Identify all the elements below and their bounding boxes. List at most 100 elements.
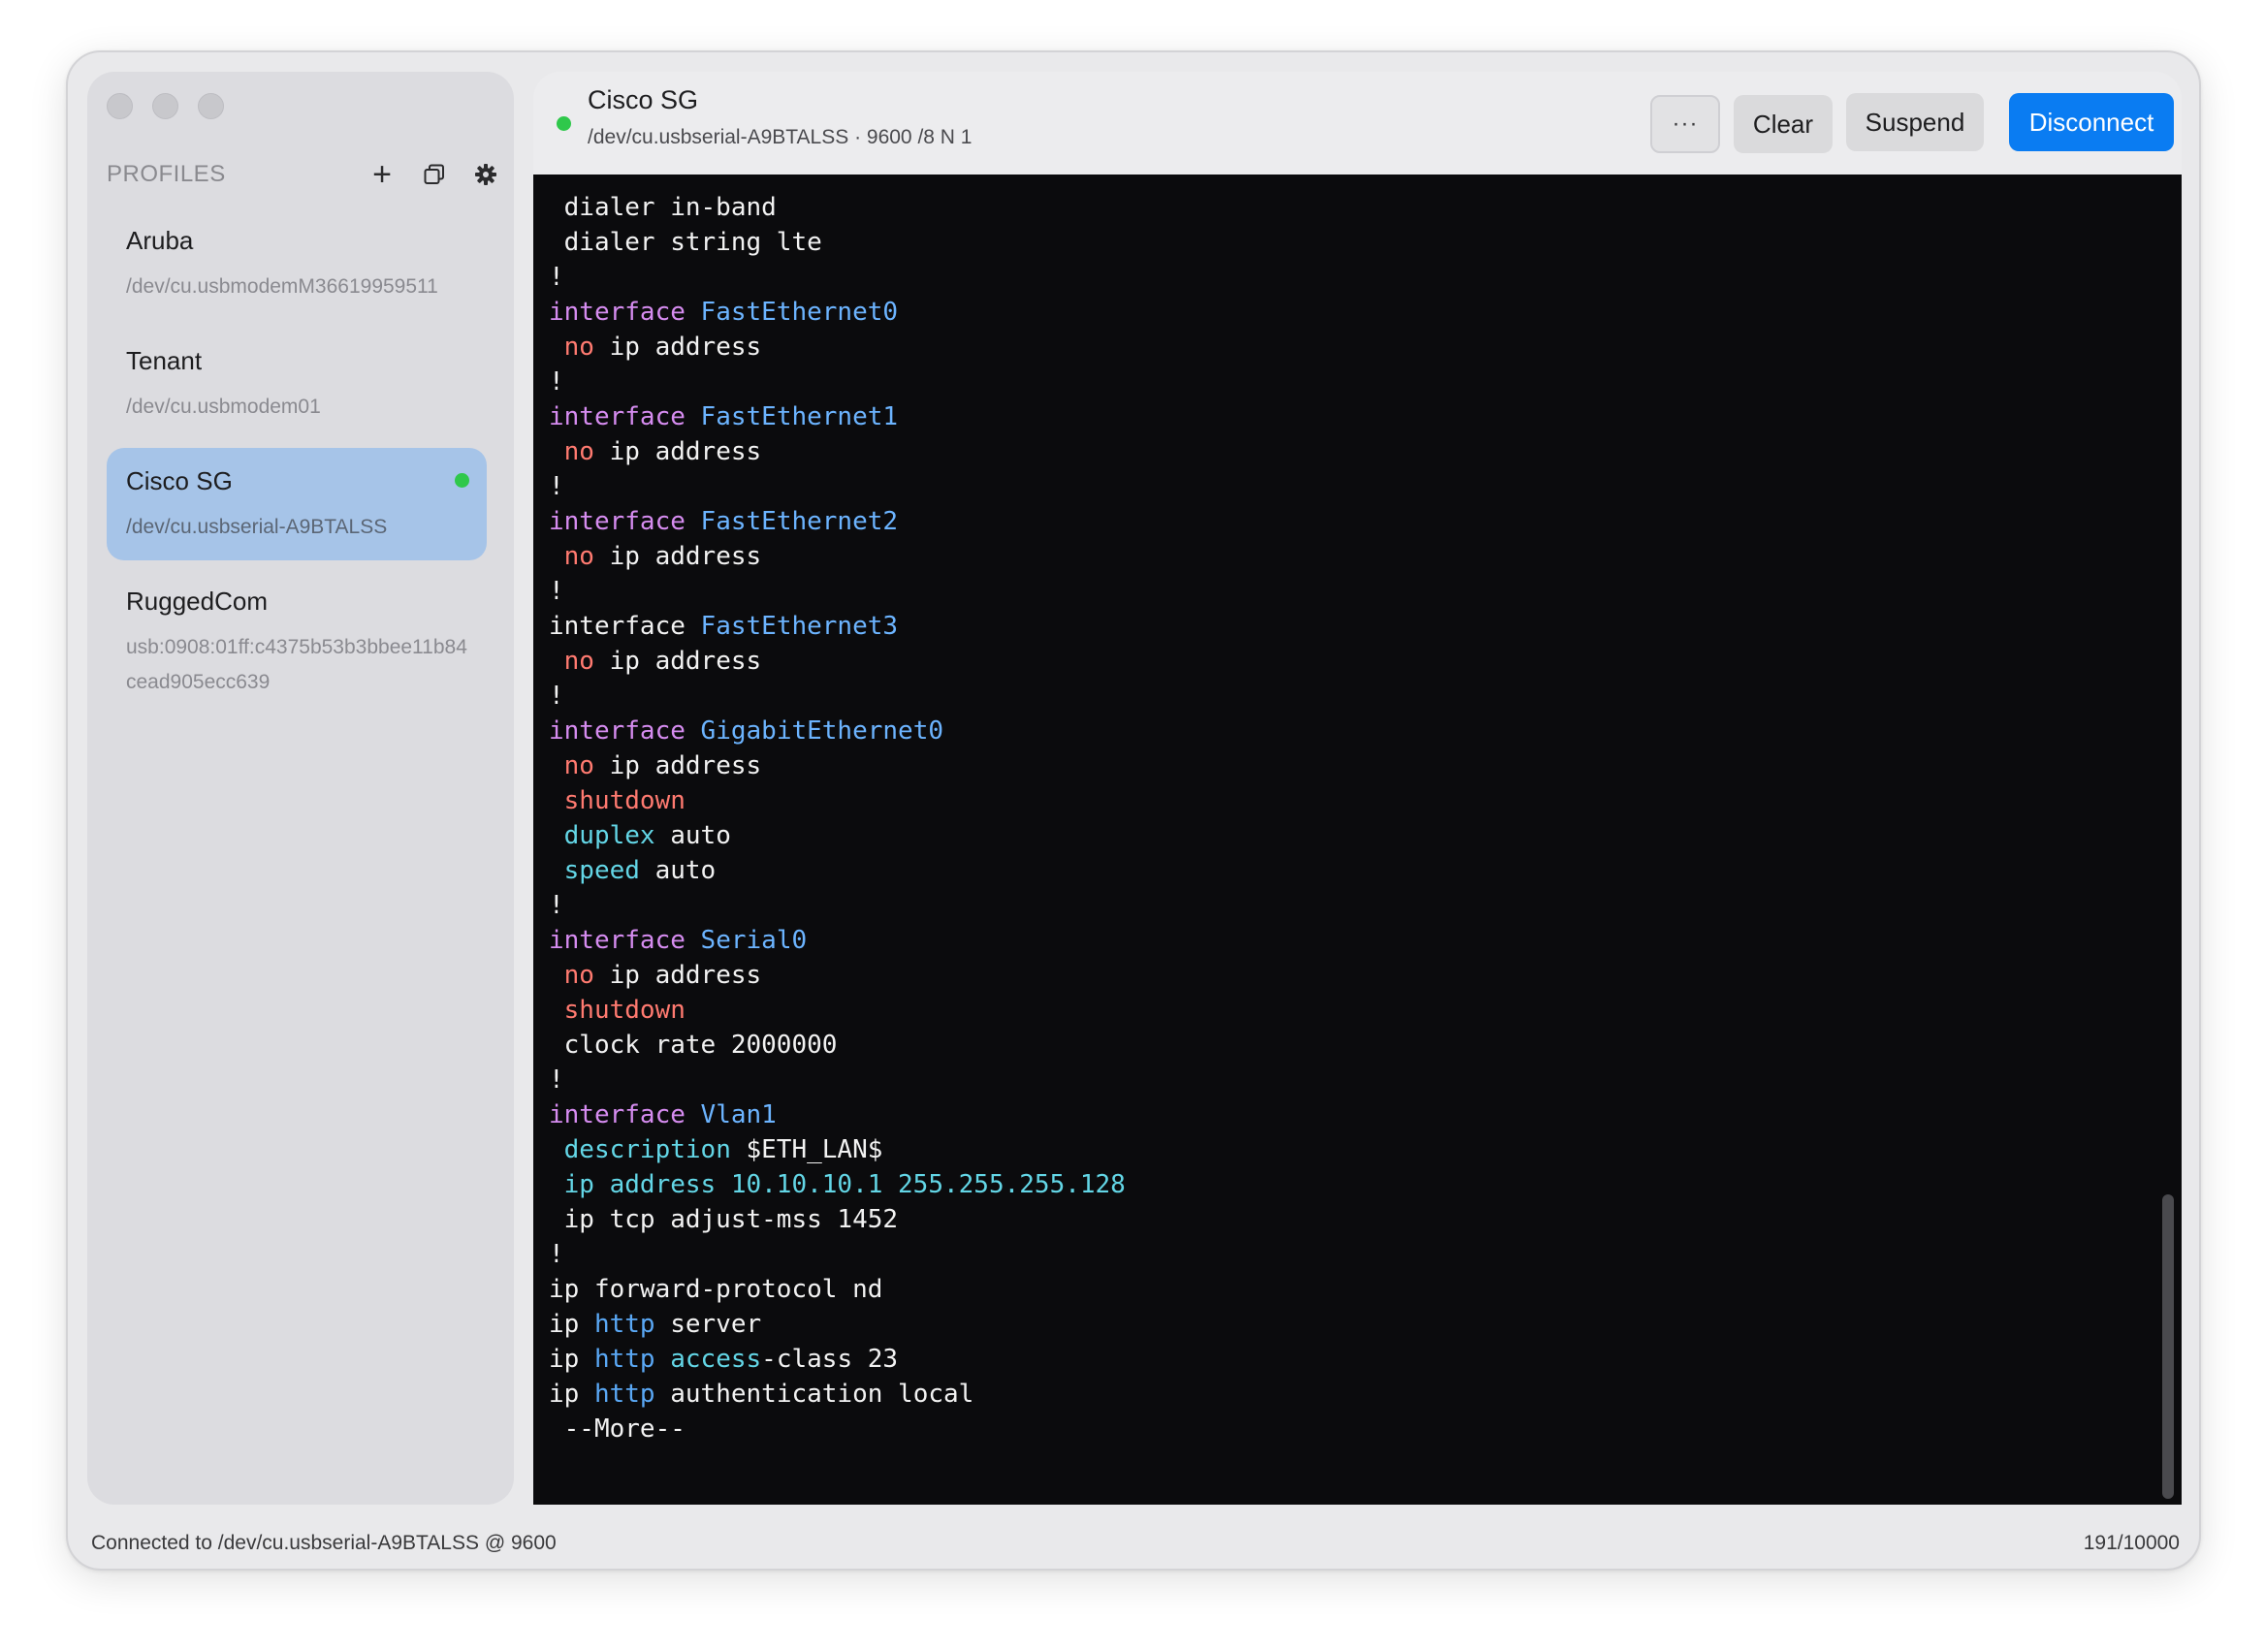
terminal-token: speed — [563, 856, 640, 885]
terminal-line: ! — [549, 260, 1126, 295]
terminal-token: ip address — [593, 542, 762, 571]
terminal-line: interface Vlan1 — [549, 1097, 1126, 1132]
profile-name: RuggedCom — [126, 587, 268, 616]
terminal-line: speed auto — [549, 853, 1126, 888]
more-options-button[interactable]: ··· — [1650, 95, 1720, 153]
terminal-token: duplex — [563, 821, 655, 850]
terminal-line: ! — [549, 888, 1126, 923]
terminal-line: duplex auto — [549, 818, 1126, 853]
terminal-token: ip address — [593, 333, 762, 362]
terminal-line: ip http server — [549, 1307, 1126, 1342]
profile-item-aruba[interactable]: Aruba /dev/cu.usbmodemM36619959511 — [107, 207, 487, 320]
terminal-token: interface — [549, 716, 701, 746]
terminal-token: authentication local — [654, 1380, 974, 1409]
terminal-token: interface — [549, 507, 701, 536]
terminal-token: ip address — [593, 437, 762, 466]
settings-gear-icon[interactable] — [468, 157, 503, 192]
status-bar: Connected to /dev/cu.usbserial-A9BTALSS … — [68, 1522, 2199, 1569]
profile-name: Aruba — [126, 226, 194, 255]
terminal-token: server — [654, 1310, 762, 1339]
profile-path: /dev/cu.usbmodemM36619959511 — [126, 275, 438, 298]
terminal-line: no ip address — [549, 539, 1126, 574]
terminal-token: FastEthernet0 — [700, 298, 899, 327]
terminal-line: shutdown — [549, 783, 1126, 818]
terminal-token: ip — [549, 1345, 594, 1374]
suspend-button[interactable]: Suspend — [1846, 93, 1984, 151]
terminal-token: access — [670, 1345, 762, 1374]
terminal-line: interface GigabitEthernet0 — [549, 714, 1126, 748]
terminal-token: dialer in-band — [549, 193, 777, 222]
terminal-token: dialer string lte — [549, 228, 822, 257]
terminal-token: clock rate 2000000 — [549, 1031, 838, 1060]
terminal-token: ! — [549, 472, 564, 501]
clear-button[interactable]: Clear — [1734, 95, 1833, 153]
profile-path: /dev/cu.usbmodem01 — [126, 396, 321, 418]
terminal-token: ip address — [593, 961, 762, 990]
terminal-line: ip http access-class 23 — [549, 1342, 1126, 1377]
duplicate-icon — [424, 164, 444, 184]
terminal-line: interface FastEthernet0 — [549, 295, 1126, 330]
session-panel: Cisco SG /dev/cu.usbserial-A9BTALSS · 96… — [533, 72, 2182, 1505]
profile-name: Cisco SG — [126, 466, 233, 495]
terminal-token: http — [593, 1380, 655, 1409]
terminal-token: ! — [549, 263, 564, 292]
terminal-token: no — [563, 437, 594, 466]
profile-item-tenant[interactable]: Tenant /dev/cu.usbmodem01 — [107, 328, 487, 440]
profile-item-ruggedcom[interactable]: RuggedCom usb:0908:01ff:c4375b53b3bbee11… — [107, 568, 487, 715]
terminal-line: no ip address — [549, 434, 1126, 469]
terminal-line: ! — [549, 679, 1126, 714]
terminal-line: dialer in-band — [549, 190, 1126, 225]
zoom-window-button[interactable] — [198, 93, 224, 119]
session-toolbar: Cisco SG /dev/cu.usbserial-A9BTALSS · 96… — [533, 72, 2182, 175]
terminal-token: http — [593, 1310, 655, 1339]
profile-path: usb:0908:01ff:c4375b53b3bbee11b84cead905… — [126, 636, 467, 693]
disconnect-button[interactable]: Disconnect — [2009, 93, 2174, 151]
terminal-token: $ETH_LAN$ — [730, 1135, 883, 1164]
terminal-line: ! — [549, 365, 1126, 399]
terminal-token: --More-- — [549, 1414, 686, 1444]
terminal-token: ip — [549, 1310, 594, 1339]
terminal-line: ip tcp adjust-mss 1452 — [549, 1202, 1126, 1237]
terminal-token: ip — [549, 1380, 594, 1409]
terminal-line: dialer string lte — [549, 225, 1126, 260]
terminal-line: ip address 10.10.10.1 255.255.255.128 — [549, 1167, 1126, 1202]
profile-item-cisco-sg[interactable]: Cisco SG /dev/cu.usbserial-A9BTALSS — [107, 448, 487, 560]
terminal-output[interactable]: dialer in-band dialer string lte! interfa… — [533, 175, 2182, 1505]
terminal-token: interface — [549, 1100, 701, 1129]
terminal-token: ip address 10.10.10.1 255.255.255.128 — [563, 1170, 1126, 1199]
terminal-token: ip address — [593, 751, 762, 780]
add-profile-icon[interactable]: + — [365, 157, 399, 192]
profiles-label: PROFILES — [107, 161, 226, 187]
sidebar: PROFILES + Aruba /dev/cu.usbmodemM366199… — [87, 72, 514, 1505]
terminal-line: ip http authentication local — [549, 1377, 1126, 1412]
line-count-text: 191/10000 — [2083, 1532, 2180, 1554]
terminal-token: FastEthernet1 — [700, 402, 899, 431]
gear-icon — [475, 164, 496, 185]
minimize-window-button[interactable] — [152, 93, 178, 119]
terminal-token: ! — [549, 682, 564, 711]
close-window-button[interactable] — [107, 93, 133, 119]
terminal-line: no ip address — [549, 748, 1126, 783]
profile-list: Aruba /dev/cu.usbmodemM36619959511 Tenan… — [107, 207, 487, 723]
duplicate-profile-icon[interactable] — [417, 157, 452, 192]
terminal-line: no ip address — [549, 958, 1126, 993]
terminal-token: ! — [549, 1240, 564, 1269]
terminal-token: description — [563, 1135, 731, 1164]
terminal-token: -class 23 — [761, 1345, 899, 1374]
terminal-token: interface — [549, 926, 701, 955]
terminal-line: no ip address — [549, 330, 1126, 365]
terminal-token: Vlan1 — [700, 1100, 777, 1129]
terminal-token: no — [563, 647, 594, 676]
terminal-token: ip forward-protocol nd — [549, 1275, 883, 1304]
session-title: Cisco SG — [588, 85, 699, 114]
terminal-token: GigabitEthernet0 — [700, 716, 943, 746]
terminal-scrollbar[interactable] — [2162, 1194, 2174, 1499]
